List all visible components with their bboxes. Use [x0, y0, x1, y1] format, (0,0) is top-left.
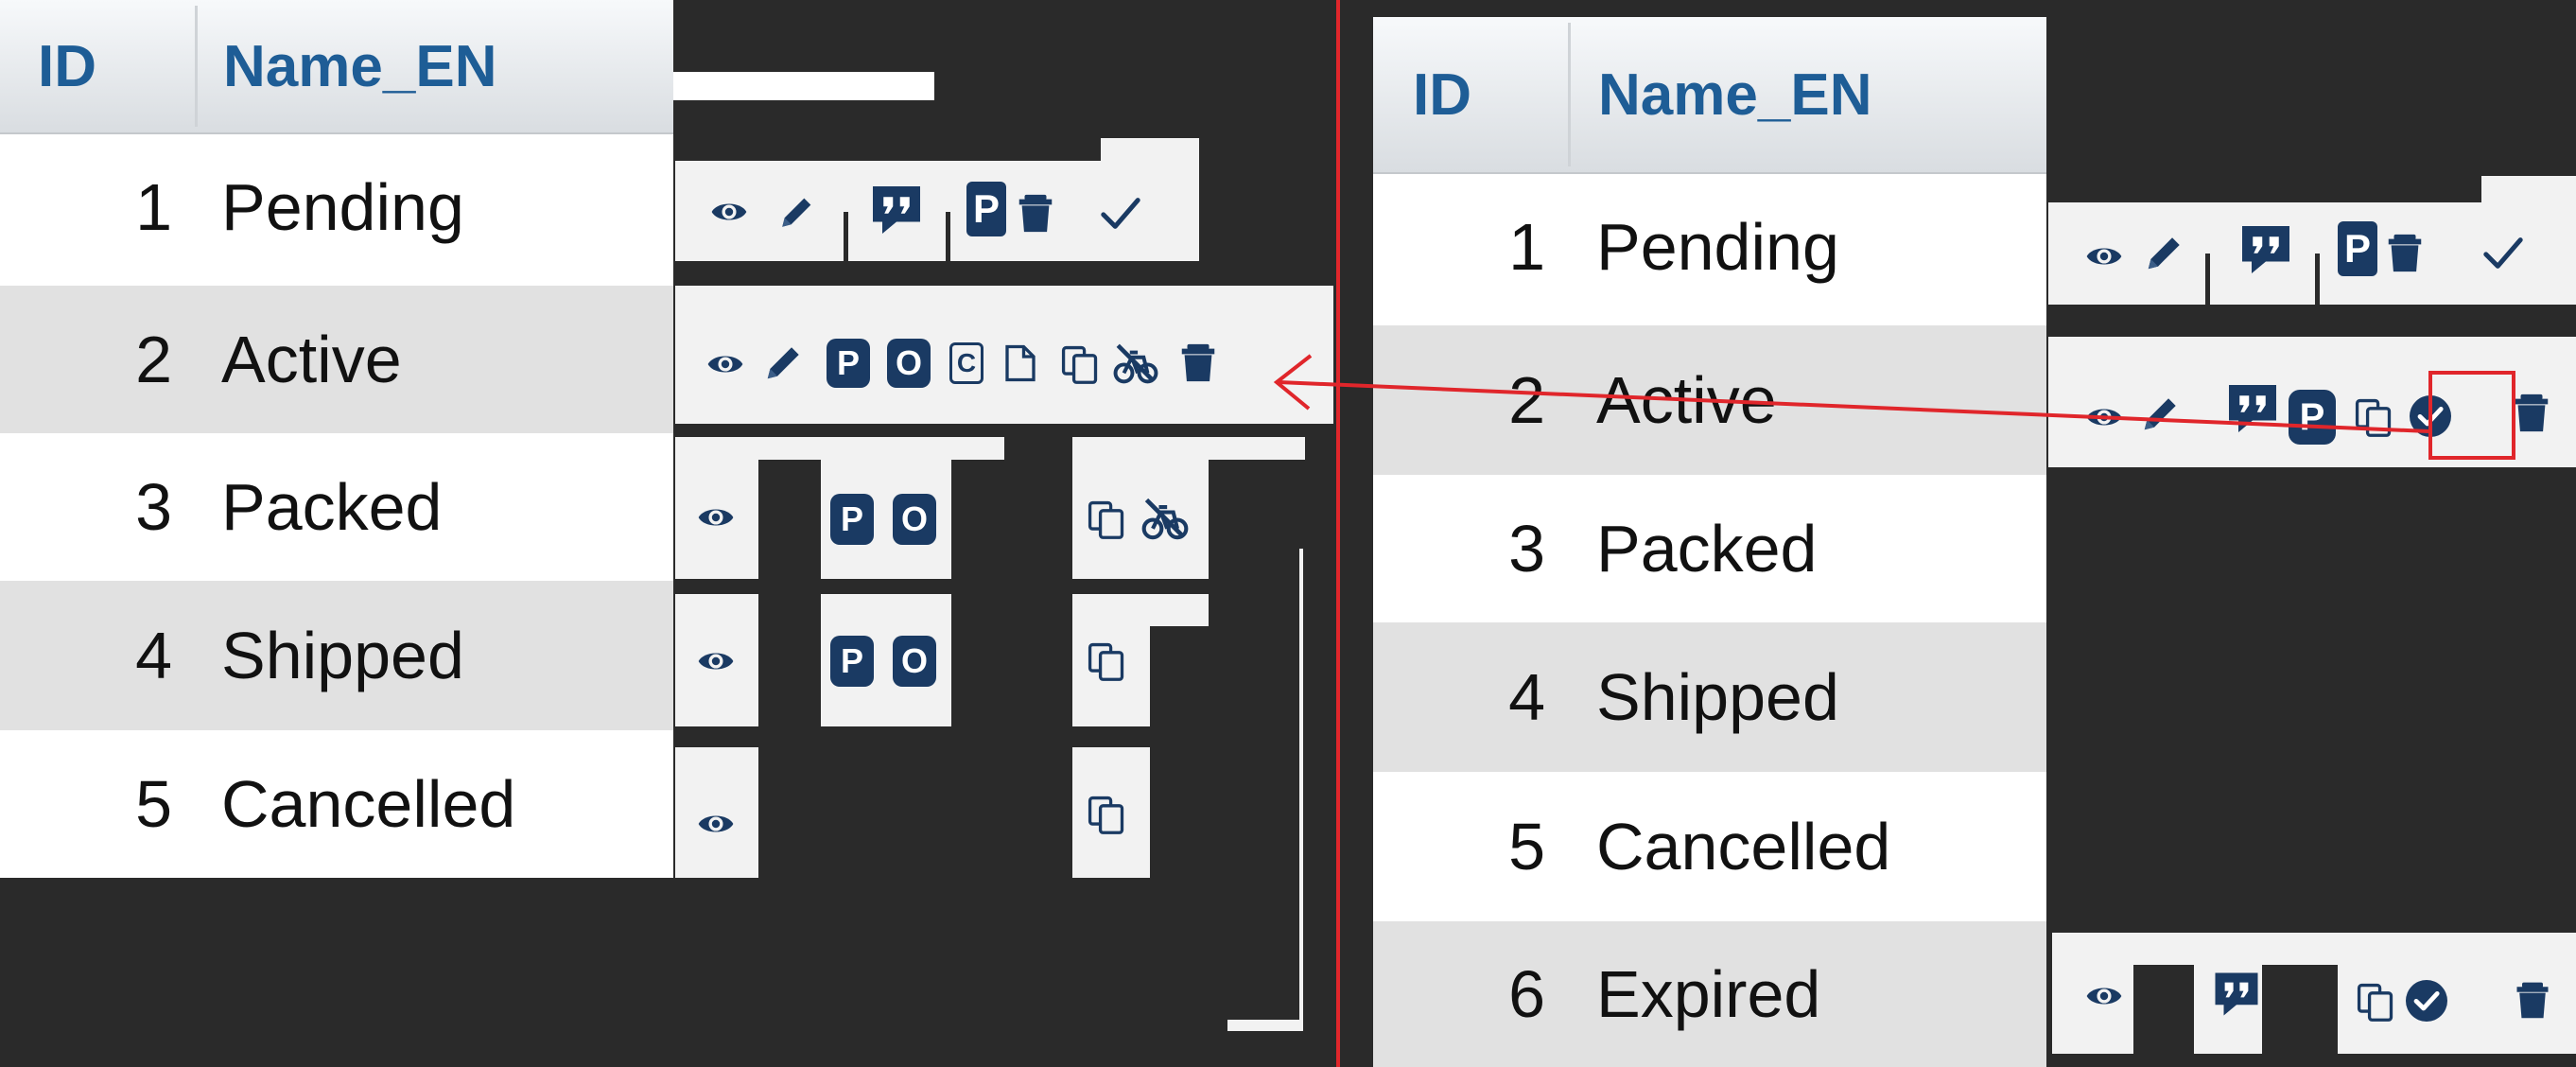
arrow-line — [1278, 380, 2429, 433]
annotation-arrow — [1273, 354, 2429, 433]
